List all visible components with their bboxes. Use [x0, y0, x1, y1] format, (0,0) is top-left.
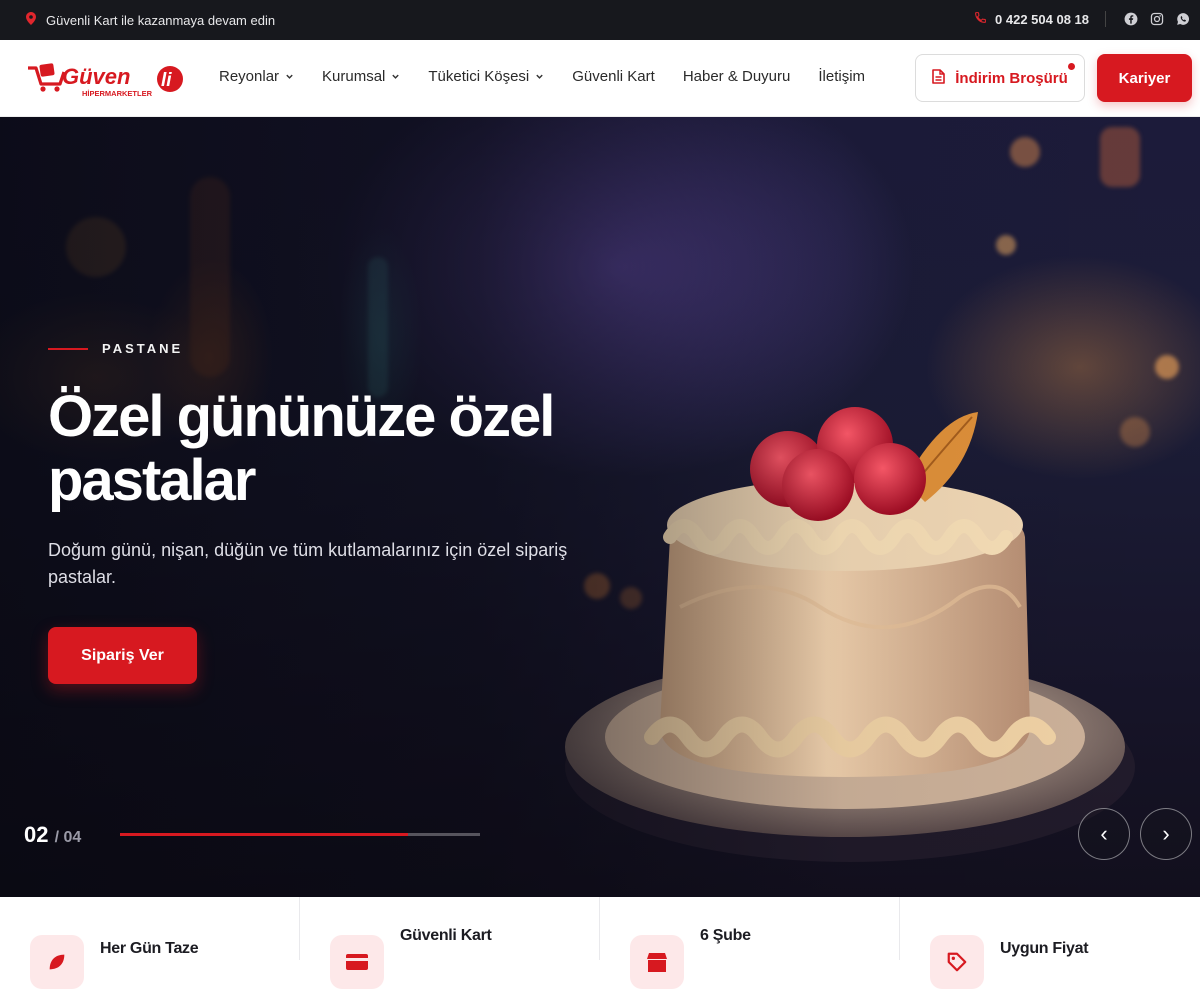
feature-card: Güvenli Kart [300, 897, 600, 989]
nav-item-tuketici-kosesi[interactable]: Tüketici Köşesi [428, 68, 544, 85]
main-header: Güven li HİPERMARKETLER Reyonlar Kurumsa… [0, 40, 1200, 117]
hero-subtitle: Doğum günü, nişan, düğün ve tüm kutlamal… [48, 540, 568, 587]
document-icon [932, 68, 946, 88]
phone-number: 0 422 504 08 18 [995, 11, 1089, 27]
nav-label: Kurumsal [322, 68, 386, 85]
brochure-label: İndirim Broşürü [955, 69, 1068, 87]
instagram-icon[interactable] [1150, 12, 1164, 26]
hero-slider: PASTANE Özel gününüze özel pastalar Doğu… [0, 117, 1200, 897]
promo-text: Güvenli Kart ile kazanmaya devam edin [46, 12, 276, 28]
nav-item-kurumsal[interactable]: Kurumsal [322, 68, 400, 85]
discount-brochure-button[interactable]: İndirim Broşürü [915, 54, 1085, 102]
nav-item-haber-duyuru[interactable]: Haber & Duyuru [683, 68, 791, 85]
feature-title: Her Gün Taze [100, 940, 199, 957]
next-slide-button[interactable]: › [1140, 808, 1192, 860]
card-icon [330, 935, 384, 989]
promo: Güvenli Kart ile kazanmaya devam edin [26, 12, 275, 28]
whatsapp-icon[interactable] [1176, 12, 1190, 26]
prev-slide-button[interactable]: ‹ [1078, 808, 1130, 860]
nav-label: İletişim [818, 68, 866, 85]
slide-progress-fill [120, 833, 408, 836]
nav-label: Haber & Duyuru [682, 68, 791, 85]
main-nav: Reyonlar Kurumsal Tüketici Köşesi Güvenl… [219, 68, 865, 85]
chevron-left-icon: ‹ [1100, 821, 1108, 846]
phone-icon [974, 11, 987, 27]
store-icon [630, 935, 684, 989]
career-button[interactable]: Kariyer [1097, 54, 1192, 102]
feature-title: Uygun Fiyat [1000, 940, 1089, 957]
slide-counter: 02 / 04 [24, 822, 81, 848]
eyebrow-line [48, 347, 88, 350]
nav-item-iletisim[interactable]: İletişim [818, 68, 865, 85]
notification-dot [1068, 63, 1075, 70]
features-strip: Her Gün Taze Güvenli Kart 6 Şube Uygun F… [0, 897, 1200, 989]
nav-item-reyonlar[interactable]: Reyonlar [219, 68, 294, 85]
svg-text:li: li [161, 70, 172, 91]
feature-title: Güvenli Kart [400, 927, 492, 944]
feature-card: Uygun Fiyat [900, 897, 1200, 989]
hero-title: Özel gününüze özel pastalar [48, 384, 555, 513]
feature-card: 6 Şube [600, 897, 900, 989]
eyebrow-text: PASTANE [102, 341, 184, 356]
svg-text:Güven: Güven [62, 64, 130, 89]
nav-label: Reyonlar [219, 68, 280, 85]
facebook-icon[interactable] [1124, 12, 1138, 26]
nav-item-guvenli-kart[interactable]: Güvenli Kart [572, 68, 655, 85]
nav-label: Güvenli Kart [572, 68, 655, 85]
chevron-right-icon: › [1162, 821, 1170, 846]
location-pin-icon [26, 12, 36, 28]
tag-icon [930, 935, 984, 989]
divider [1105, 11, 1106, 27]
slide-current: 02 [24, 822, 49, 847]
order-button[interactable]: Sipariş Ver [48, 627, 197, 684]
slide-total: / 04 [54, 829, 82, 846]
svg-text:HİPERMARKETLER: HİPERMARKETLER [82, 89, 153, 98]
nav-label: Tüketici Köşesi [428, 68, 530, 85]
hero-eyebrow: PASTANE [48, 341, 183, 356]
feature-card: Her Gün Taze [0, 897, 300, 989]
slide-progress-bar [120, 833, 480, 836]
chevron-down-icon [392, 74, 400, 79]
chevron-down-icon [536, 74, 543, 79]
brand-logo[interactable]: Güven li HİPERMARKETLER [26, 58, 184, 98]
phone-link[interactable]: 0 422 504 08 18 [974, 11, 1089, 27]
chevron-down-icon [286, 74, 293, 79]
leaf-icon [30, 935, 84, 989]
top-bar: Güvenli Kart ile kazanmaya devam edin 0 … [0, 0, 1200, 40]
feature-title: 6 Şube [700, 927, 751, 944]
